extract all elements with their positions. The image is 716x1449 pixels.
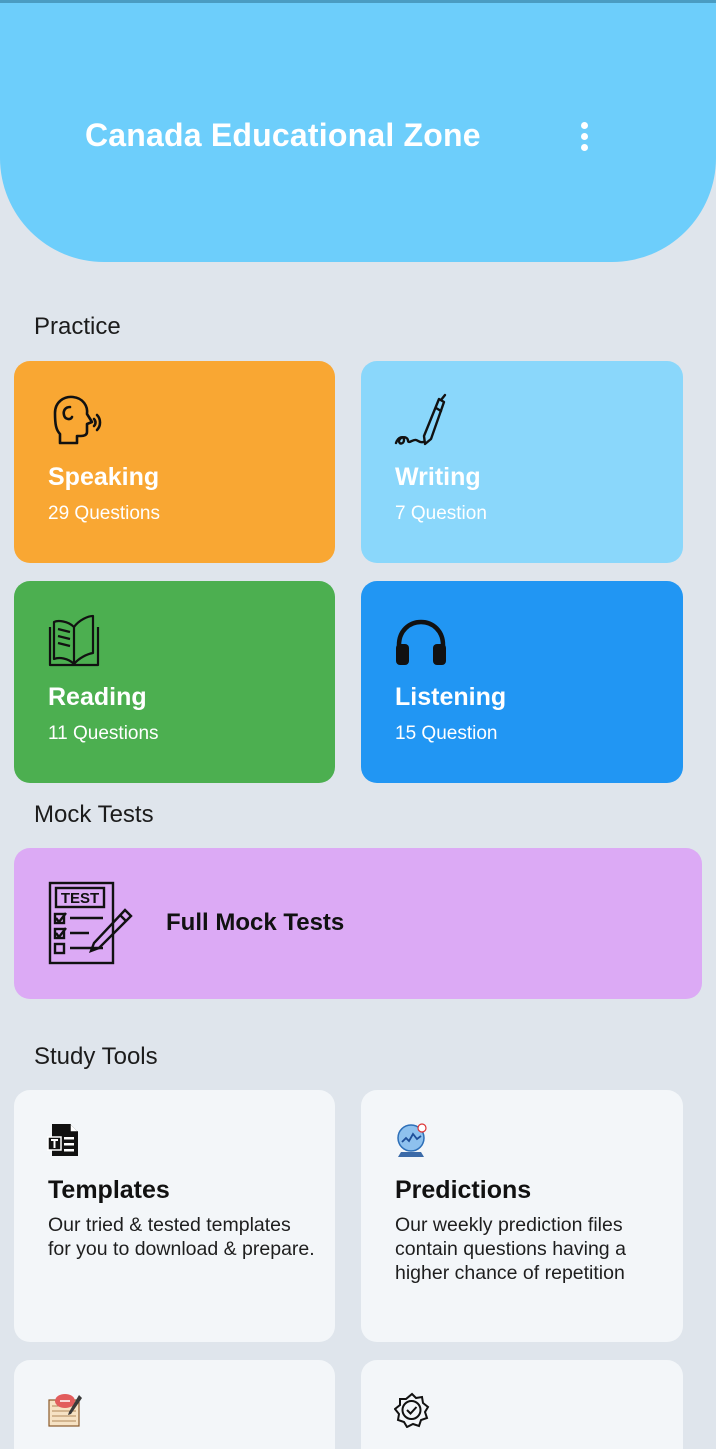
section-title-mock-tests: Mock Tests <box>34 801 154 828</box>
test-sheet-icon: TEST <box>48 881 133 965</box>
practice-card-speaking[interactable]: Speaking 29 Questions <box>14 361 335 563</box>
tool-card-description: Our tried & tested templates for you to … <box>48 1214 315 1260</box>
practice-card-count: 29 Questions <box>48 503 160 524</box>
tool-card-vocabulary[interactable] <box>14 1360 335 1449</box>
practice-card-title: Writing <box>395 463 481 491</box>
tool-card-title: Predictions <box>395 1176 532 1204</box>
template-document-icon <box>47 1124 78 1156</box>
more-vert-icon-dot <box>580 132 588 140</box>
practice-card-listening[interactable]: Listening 15 Question <box>361 581 683 783</box>
section-title-study-tools: Study Tools <box>34 1043 158 1070</box>
practice-card-count: 7 Question <box>395 503 487 524</box>
speaking-head-icon <box>53 395 102 445</box>
headphones-icon <box>396 619 446 665</box>
app-title: Canada Educational Zone <box>85 117 481 153</box>
mock-test-card[interactable]: TEST Full Mock Tests <box>14 848 702 999</box>
tool-card-title: Templates <box>48 1176 170 1204</box>
more-vert-icon-dot <box>580 143 588 151</box>
practice-card-title: Reading <box>48 683 147 711</box>
crystal-ball-icon <box>397 1123 427 1157</box>
practice-card-count: 11 Questions <box>48 723 159 744</box>
section-title-practice: Practice <box>34 313 121 340</box>
verified-badge-icon <box>394 1392 430 1428</box>
practice-card-count: 15 Question <box>395 723 498 744</box>
more-options-button[interactable] <box>566 115 602 157</box>
vocabulary-book-icon <box>48 1394 82 1427</box>
tool-card-predictions[interactable]: Predictions Our weekly prediction files … <box>361 1090 683 1342</box>
mock-test-title: Full Mock Tests <box>166 909 345 936</box>
practice-card-title: Speaking <box>48 463 160 491</box>
practice-card-reading[interactable]: Reading 11 Questions <box>14 581 335 783</box>
practice-card-title: Listening <box>395 683 507 711</box>
open-book-icon <box>48 614 100 667</box>
tool-card-templates[interactable]: Templates Our tried & tested templates f… <box>14 1090 335 1342</box>
more-vert-icon <box>580 121 588 129</box>
practice-card-writing[interactable]: Writing 7 Question <box>361 361 683 563</box>
tool-card-description: Our weekly prediction files contain ques… <box>395 1214 626 1284</box>
app-header: Canada Educational Zone <box>0 3 716 262</box>
tool-card-verified[interactable] <box>361 1360 683 1449</box>
pen-signature-icon <box>394 393 447 446</box>
svg-text:TEST: TEST <box>61 890 99 907</box>
